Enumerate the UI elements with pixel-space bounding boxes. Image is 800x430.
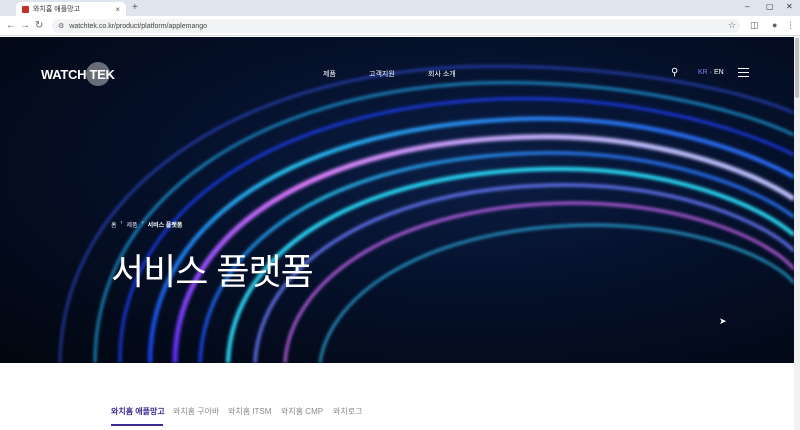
breadcrumb-separator: ›: [141, 220, 144, 226]
search-icon[interactable]: ⚲: [671, 67, 678, 78]
subtab-itsm[interactable]: 와치홈 ITSM: [228, 406, 271, 417]
mouse-cursor-icon: ➤: [719, 316, 727, 326]
breadcrumb-separator: ›: [120, 220, 123, 226]
favicon-icon: [22, 5, 29, 13]
extensions-icon[interactable]: ◫: [750, 20, 759, 31]
breadcrumb-products[interactable]: 제품: [127, 220, 138, 229]
language-switch: KR · EN: [698, 69, 724, 76]
active-tab-indicator: [111, 424, 163, 426]
subtab-applemango[interactable]: 와치홈 애플망고: [111, 406, 165, 417]
reload-icon[interactable]: ↻: [35, 20, 43, 31]
breadcrumb-current: 서비스 플랫폼: [147, 223, 183, 229]
new-tab-button[interactable]: +: [132, 2, 138, 13]
browser-tab[interactable]: 와치홈 애플망고 ×: [16, 2, 126, 16]
tab-close-icon[interactable]: ×: [115, 5, 120, 14]
site-logo[interactable]: WATCH TEK: [41, 67, 115, 82]
browser-chrome: 와치홈 애플망고 × + – ▢ ✕ ← → ↻ ⚙ watchtek.co.k…: [0, 0, 800, 36]
bookmark-star-icon[interactable]: ☆: [728, 20, 736, 31]
tab-title: 와치홈 애플망고: [33, 6, 81, 13]
scrollbar-thumb[interactable]: [795, 38, 799, 98]
hero-banner: WATCH TEK 제품 고객지원 회사 소개 ⚲ KR · EN 홈 › 제품…: [0, 37, 794, 363]
profile-icon[interactable]: ●: [772, 20, 777, 30]
close-window-button[interactable]: ✕: [786, 2, 793, 11]
back-icon[interactable]: ←: [6, 20, 16, 31]
subtab-cmp[interactable]: 와치홈 CMP: [281, 406, 323, 417]
page-title: 서비스 플랫폼: [111, 251, 314, 292]
address-bar[interactable]: ⚙ watchtek.co.kr/product/platform/applem…: [52, 19, 740, 33]
lang-en-link[interactable]: EN: [714, 69, 724, 76]
site-info-icon[interactable]: ⚙: [58, 22, 64, 30]
product-subnav: 와치홈 애플망고 와치홈 구아바 와치홈 ITSM 와치홈 CMP 와치로그: [0, 363, 794, 430]
lang-kr-link[interactable]: KR: [698, 69, 708, 76]
url-text: watchtek.co.kr/product/platform/appleman…: [69, 22, 208, 30]
browser-menu-icon[interactable]: ⋮: [786, 20, 795, 31]
breadcrumb: 홈 › 제품 › 서비스 플랫폼: [111, 220, 182, 229]
subtab-watchlog[interactable]: 와치로그: [333, 406, 362, 417]
site-header: WATCH TEK 제품 고객지원 회사 소개 ⚲ KR · EN: [0, 37, 794, 112]
forward-icon[interactable]: →: [20, 20, 30, 31]
maximize-button[interactable]: ▢: [766, 2, 774, 11]
breadcrumb-home[interactable]: 홈: [111, 220, 117, 229]
minimize-button[interactable]: –: [745, 2, 749, 11]
hamburger-menu-icon[interactable]: [738, 68, 749, 77]
nav-item-company[interactable]: 회사 소개: [428, 69, 456, 79]
subtab-guava[interactable]: 와치홈 구아바: [173, 406, 219, 417]
nav-item-support[interactable]: 고객지원: [369, 69, 395, 79]
tab-bar: 와치홈 애플망고 × + – ▢ ✕: [0, 0, 800, 16]
nav-item-products[interactable]: 제품: [323, 69, 336, 79]
address-row: ← → ↻ ⚙ watchtek.co.kr/product/platform/…: [0, 16, 800, 36]
